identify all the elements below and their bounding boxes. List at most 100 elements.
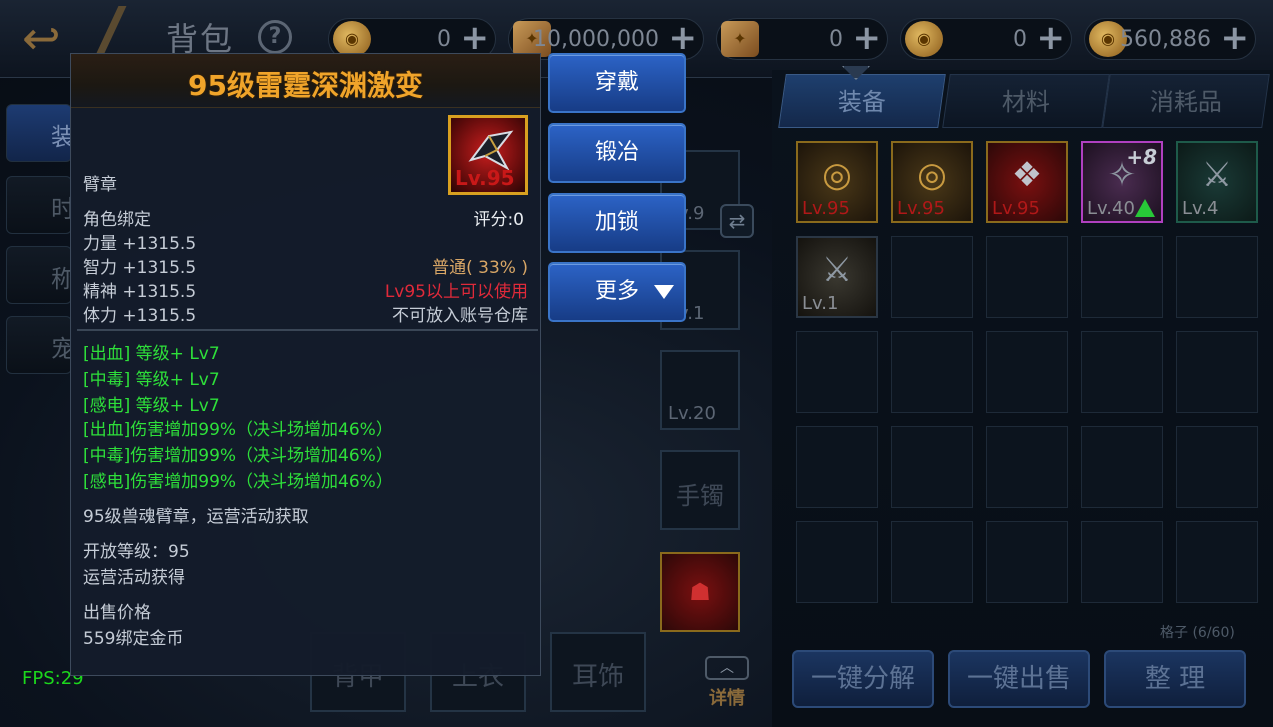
equip-button[interactable]: 穿戴 [548,53,686,113]
sidebar-item-title[interactable]: 称 [6,246,72,304]
inventory-slot-empty[interactable] [1176,236,1258,318]
inventory-slot-empty[interactable] [891,426,973,508]
slot-label: 手镯 [676,482,724,510]
detail-button[interactable]: ︿ 详情 [703,656,751,710]
inventory-item[interactable]: ◎ Lv.95 [891,141,973,223]
currency-value: 0 [829,27,843,52]
chevron-up-icon: ︿ [705,656,749,680]
storage-restriction: 不可放入账号仓库 [392,306,528,326]
item-level: Lv.95 [992,198,1040,219]
item-rarity: 普通( 33% ) [432,258,528,278]
add-currency-icon[interactable]: + [669,21,698,55]
swap-icon[interactable]: ⇄ [720,204,754,238]
sort-button[interactable]: 整 理 [1104,650,1246,708]
tab-label: 装备 [837,88,886,116]
inventory-slot-empty[interactable] [986,426,1068,508]
tab-consumables[interactable]: 消耗品 [1102,74,1270,128]
stat-intelligence: 智力 +1315.5 [83,258,197,278]
add-currency-icon[interactable]: + [461,21,490,55]
add-currency-icon[interactable]: + [853,21,882,55]
currency-value: 10,000,000 [533,27,659,52]
inventory-item[interactable]: ⚔ Lv.1 [796,236,878,318]
inventory-slot-empty[interactable] [1176,521,1258,603]
bonus-line: [感电]伤害增加99%（决斗场增加46%） [83,472,393,492]
sidebar-item-pet[interactable]: 宠 [6,316,72,374]
inventory-slot-empty[interactable] [796,521,878,603]
inventory-item[interactable]: ❖ Lv.95 [986,141,1068,223]
decompose-all-button[interactable]: 一键分解 [792,650,934,708]
stat-strength: 力量 +1315.5 [83,234,197,254]
inventory-slot-empty[interactable] [1081,521,1163,603]
inventory-slot-empty[interactable] [1176,426,1258,508]
help-icon[interactable]: ? [258,20,292,54]
lock-button[interactable]: 加锁 [548,193,686,253]
currency-locked-gold: ◉ 560,886 + [1084,18,1256,60]
inventory-slot-empty[interactable] [891,331,973,413]
inventory-item[interactable]: ✧ +8 Lv.40 [1081,141,1163,223]
inventory-slot-empty[interactable] [796,426,878,508]
inventory-slot-empty[interactable] [986,236,1068,318]
inventory-slot-empty[interactable] [1176,331,1258,413]
sword-icon: ⚔ [821,250,853,290]
item-level: Lv.1 [802,293,839,314]
inventory-slot-empty[interactable] [891,236,973,318]
sell-price-label: 出售价格 [83,603,151,623]
bracelet-icon: ◎ [917,155,947,195]
grid-count: 格子 (6/60) [1160,625,1235,641]
item-level: Lv.95 [897,198,945,219]
sword-icon: ⚔ [1201,155,1233,195]
currency-value: 560,886 [1120,27,1211,52]
item-binding: 角色绑定 [83,210,151,230]
tooltip-header: 95级雷霆深渊激变 [71,54,540,108]
currency-value: 0 [437,27,451,52]
sidebar-item-equipment[interactable]: 装 [6,104,72,162]
bonus-line: [中毒]伤害增加99%（决斗场增加46%） [83,446,393,466]
armband-icon: ❖ [1011,155,1043,195]
bonus-line: [感电] 等级+ Lv7 [83,396,220,416]
inventory-item[interactable]: ⚔ Lv.4 [1176,141,1258,223]
item-source: 运营活动获得 [83,568,185,588]
add-currency-icon[interactable]: + [1221,21,1250,55]
detail-label: 详情 [709,688,745,709]
item-level: Lv.40 [1087,198,1135,219]
equip-slot-5[interactable]: ☗ [660,552,740,632]
slot-level: Lv.20 [668,403,716,424]
more-button[interactable]: 更多 [548,262,686,322]
inventory-slot-empty[interactable] [891,521,973,603]
item-title: 95级雷霆深渊激变 [188,69,423,102]
add-currency-icon[interactable]: + [1037,21,1066,55]
forge-button[interactable]: 锻冶 [548,123,686,183]
open-level: 开放等级：95 [83,542,190,562]
inventory-item[interactable]: ◎ Lv.95 [796,141,878,223]
item-tooltip: 95级雷霆深渊激变 Lv.95 臂章 角色绑定 评分:0 力量 +1315.5 … [70,53,541,676]
tab-materials[interactable]: 材料 [942,74,1110,128]
level-requirement: Lv95以上可以使用 [384,282,528,302]
inventory-slot-empty[interactable] [796,331,878,413]
bonus-line: [出血]伤害增加99%（决斗场增加46%） [83,420,393,440]
inventory-slot-empty[interactable] [1081,426,1163,508]
locked-scroll-icon: ✦ [721,21,759,57]
inventory-slot-empty[interactable] [1081,236,1163,318]
inventory-slot-empty[interactable] [986,521,1068,603]
bonus-line: [中毒] 等级+ Lv7 [83,370,220,390]
equip-slot-earring[interactable]: 耳饰 [550,632,646,712]
inventory-slot-empty[interactable] [986,331,1068,413]
sidebar-item-label: 称 [51,265,71,293]
bracelet-icon: ◎ [822,155,852,195]
item-level: Lv.4 [1182,198,1219,219]
equip-slot-3[interactable]: Lv.20 [660,350,740,430]
currency-value: 0 [1013,27,1027,52]
bonus-line: [出血] 等级+ Lv7 [83,344,220,364]
demon-mask-icon: ☗ [689,578,711,606]
tooltip-divider [77,329,538,331]
sidebar-item-fashion[interactable]: 时 [6,176,72,234]
item-level: Lv.95 [802,198,850,219]
upgrade-arrow-icon [1135,199,1155,217]
gold-coin-icon: ◉ [333,21,371,57]
item-description: 95级兽魂臂章，运营活动获取 [83,507,309,527]
equip-slot-bracelet[interactable]: 手镯 [660,450,740,530]
slot-label: 耳饰 [571,662,624,692]
tab-equipment[interactable]: 装备 [778,74,946,128]
sell-all-button[interactable]: 一键出售 [948,650,1090,708]
inventory-slot-empty[interactable] [1081,331,1163,413]
